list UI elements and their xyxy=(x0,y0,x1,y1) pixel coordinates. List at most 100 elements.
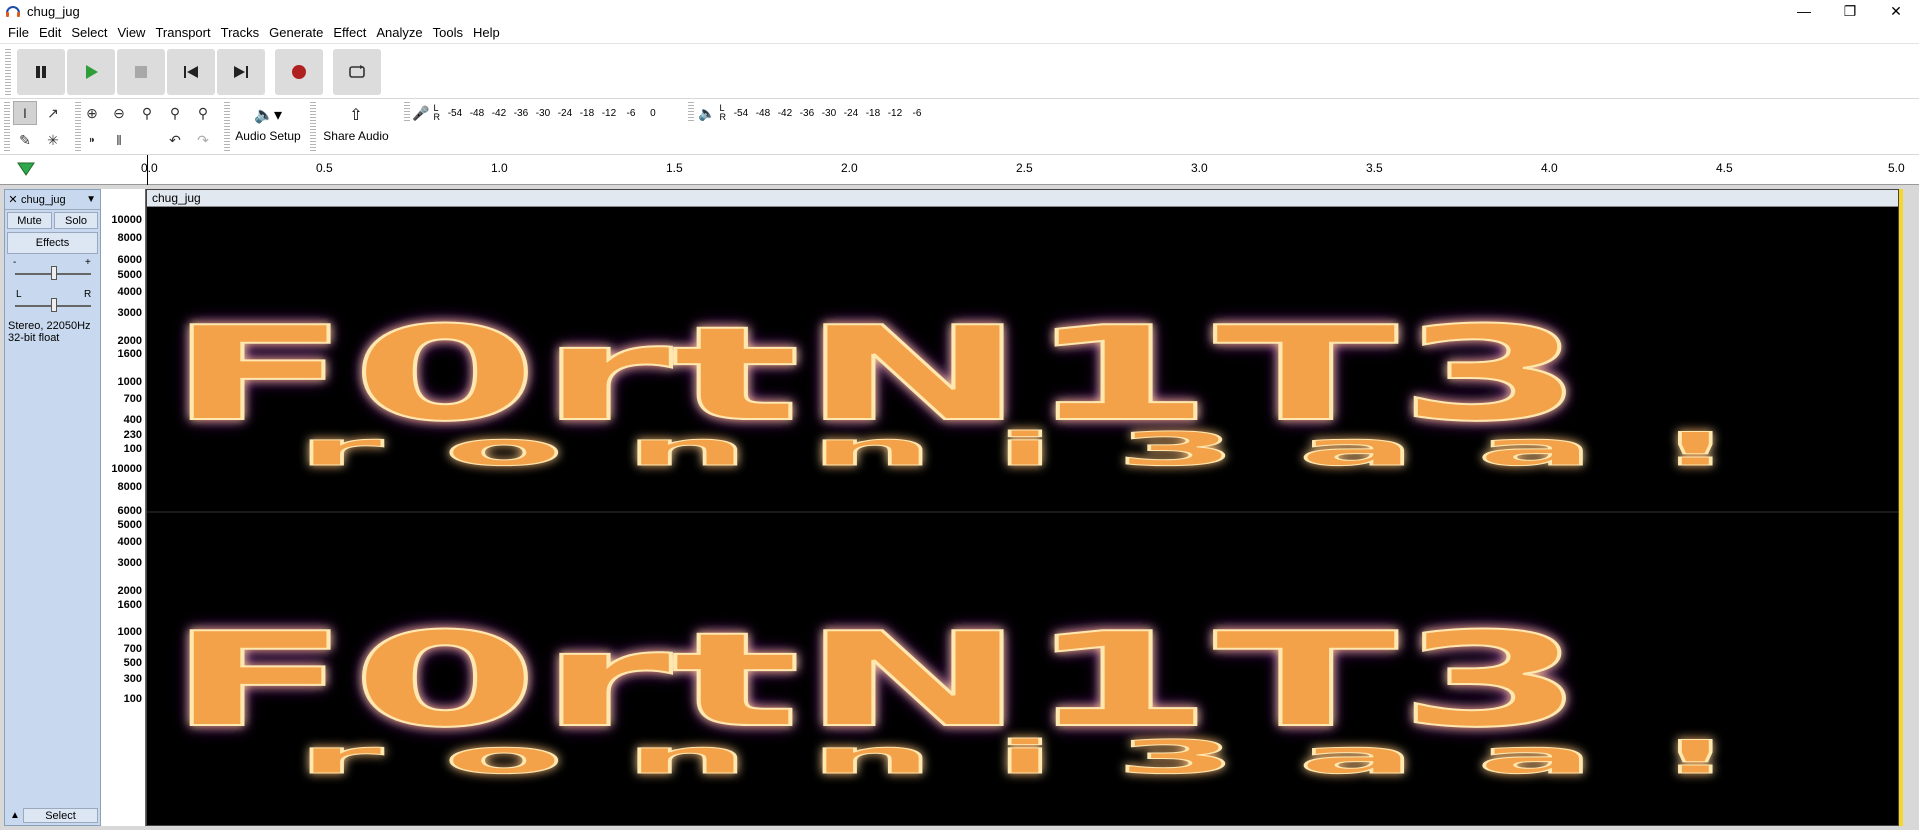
frequency-label: 5000 xyxy=(117,269,142,281)
frequency-label: 3000 xyxy=(117,307,142,319)
playback-meter[interactable]: 🔈 LR -54 -48 -42 -36 -30 -24 -18 -12 -6 xyxy=(698,103,928,123)
mute-button[interactable]: Mute xyxy=(7,212,52,229)
multi-tool-button[interactable]: ✳ xyxy=(41,128,65,152)
window-title: chug_jug xyxy=(27,3,80,19)
pencil-icon: ✎ xyxy=(19,131,31,148)
selection-tool-button[interactable]: I xyxy=(13,101,37,125)
toolbar-grip[interactable] xyxy=(5,49,11,95)
share-audio-button[interactable]: ⇧ Share Audio xyxy=(318,103,394,151)
close-track-icon[interactable]: ✕ xyxy=(5,193,21,206)
i-beam-icon: I xyxy=(23,105,27,121)
playback-meter-scale: -54 -48 -42 -36 -30 -24 -18 -12 -6 xyxy=(730,108,928,119)
audio-setup-button[interactable]: 🔈▾ Audio Setup xyxy=(232,103,304,151)
track-menu-dropdown-icon[interactable]: ▼ xyxy=(86,194,96,205)
maximize-button[interactable]: ❐ xyxy=(1827,0,1873,22)
clip-header[interactable]: chug_jug xyxy=(147,190,1898,207)
frequency-label: 700 xyxy=(123,643,142,655)
menu-tools[interactable]: Tools xyxy=(428,25,468,40)
menu-select[interactable]: Select xyxy=(66,25,112,40)
zoom-out-button[interactable]: ⊖ xyxy=(107,101,131,125)
solo-button[interactable]: Solo xyxy=(54,212,98,229)
zoom-in-button[interactable]: ⊕ xyxy=(80,101,104,125)
audacity-logo-icon xyxy=(5,4,21,18)
frequency-label: 10000 xyxy=(111,214,142,226)
loop-button[interactable] xyxy=(333,49,381,95)
track-control-panel[interactable]: ✕ chug_jug ▼ Mute Solo Effects - + L R S… xyxy=(4,189,101,826)
record-meter[interactable]: 🎤 LR -54 -48 -42 -36 -30 -24 -18 -12 -6 … xyxy=(412,103,664,123)
pan-slider-thumb[interactable] xyxy=(51,298,57,312)
minimize-button[interactable]: — xyxy=(1781,0,1827,22)
frequency-label: 500 xyxy=(123,657,142,669)
record-meter-scale: -54 -48 -42 -36 -30 -24 -18 -12 -6 0 xyxy=(444,108,664,119)
track-select-bar[interactable]: ▲ Select xyxy=(7,807,98,824)
fit-selection-icon: ⚲ xyxy=(141,104,153,121)
effects-button[interactable]: Effects xyxy=(7,232,98,254)
channel-2-spectrogram: F0rtN1T3 F0rtN1T3 r o n n i 3 a a ! xyxy=(166,603,1736,785)
draw-tool-button[interactable]: ✎ xyxy=(13,128,37,152)
menu-transport[interactable]: Transport xyxy=(150,25,215,40)
right-channel-label: R xyxy=(719,112,726,122)
gain-slider-thumb[interactable] xyxy=(51,266,57,280)
track-name[interactable]: chug_jug xyxy=(21,194,86,206)
trim-icon: ⁍ xyxy=(88,131,96,148)
collapse-track-icon[interactable]: ▲ xyxy=(7,810,23,821)
menu-view[interactable]: View xyxy=(113,25,151,40)
meter-tick: -36 xyxy=(513,107,529,119)
pause-button[interactable] xyxy=(17,49,65,95)
meter-tick: -18 xyxy=(865,107,881,119)
timeline-ruler[interactable]: 0.0 0.5 1.0 1.5 2.0 2.5 3.0 3.5 4.0 4.5 … xyxy=(0,155,1919,185)
ruler-tick: 1.5 xyxy=(666,161,683,175)
frequency-label: 6000 xyxy=(117,505,142,517)
skip-to-end-button[interactable] xyxy=(217,49,265,95)
pan-left-label: L xyxy=(16,289,22,300)
stop-icon xyxy=(135,66,147,78)
frequency-label: 2000 xyxy=(117,585,142,597)
toolbar-grip[interactable] xyxy=(4,102,10,152)
track-name-bar[interactable]: ✕ chug_jug ▼ xyxy=(5,190,100,210)
loop-icon xyxy=(349,65,365,78)
toolbar-grip[interactable] xyxy=(224,102,230,152)
skip-to-end-icon xyxy=(234,66,248,78)
play-button[interactable] xyxy=(67,49,115,95)
select-track-button[interactable]: Select xyxy=(23,808,98,823)
spectrogram[interactable]: F0rtN1T3 F0rtN1T3 r o n n i 3 a a ! F0rt… xyxy=(147,207,1898,825)
menu-edit[interactable]: Edit xyxy=(34,25,66,40)
zoom-out-icon: ⊖ xyxy=(113,104,125,121)
zoom-toggle-button[interactable]: ⚲ xyxy=(191,101,215,125)
ruler-tick: 4.5 xyxy=(1716,161,1733,175)
meter-tick: -24 xyxy=(843,107,859,119)
skip-to-start-button[interactable] xyxy=(167,49,215,95)
frequency-label: 700 xyxy=(123,393,142,405)
redo-icon: ↷ xyxy=(197,131,209,148)
menu-generate[interactable]: Generate xyxy=(264,25,328,40)
audio-clip[interactable]: chug_jug F0rtN1T3 F0rtN1T3 r o n n i 3 a… xyxy=(146,189,1899,826)
frequency-label: 1600 xyxy=(117,348,142,360)
fit-project-button[interactable]: ⚲ xyxy=(163,101,187,125)
undo-button[interactable]: ↶ xyxy=(163,128,187,152)
close-button[interactable]: ✕ xyxy=(1873,0,1919,22)
gain-plus-label: + xyxy=(85,257,91,268)
menu-effect[interactable]: Effect xyxy=(328,25,371,40)
toolbar-grip[interactable] xyxy=(688,102,694,122)
silence-audio-button[interactable]: ‖ xyxy=(107,128,131,152)
menu-tracks[interactable]: Tracks xyxy=(216,25,265,40)
redo-button[interactable]: ↷ xyxy=(191,128,215,152)
play-head-triangle-icon[interactable] xyxy=(17,161,35,177)
stop-button[interactable] xyxy=(117,49,165,95)
fit-selection-button[interactable]: ⚲ xyxy=(135,101,159,125)
toolbar-grip[interactable] xyxy=(310,102,316,152)
menu-file[interactable]: File xyxy=(3,25,34,40)
meter-tick: -18 xyxy=(579,107,595,119)
envelope-icon: ↗ xyxy=(47,104,59,121)
menu-analyze[interactable]: Analyze xyxy=(371,25,427,40)
menu-help[interactable]: Help xyxy=(468,25,505,40)
record-button[interactable] xyxy=(275,49,323,95)
upload-icon: ⇧ xyxy=(349,107,363,124)
trim-audio-button[interactable]: ⁍ xyxy=(80,128,104,152)
ruler-tick: 0.0 xyxy=(141,161,158,175)
frequency-scale[interactable]: 10000 8000 6000 5000 4000 3000 2000 1600 1000 700… xyxy=(101,189,146,826)
meter-tick: -42 xyxy=(491,107,507,119)
transport-toolbar xyxy=(0,43,1919,99)
toolbar-grip[interactable] xyxy=(404,102,410,122)
envelope-tool-button[interactable]: ↗ xyxy=(41,101,65,125)
